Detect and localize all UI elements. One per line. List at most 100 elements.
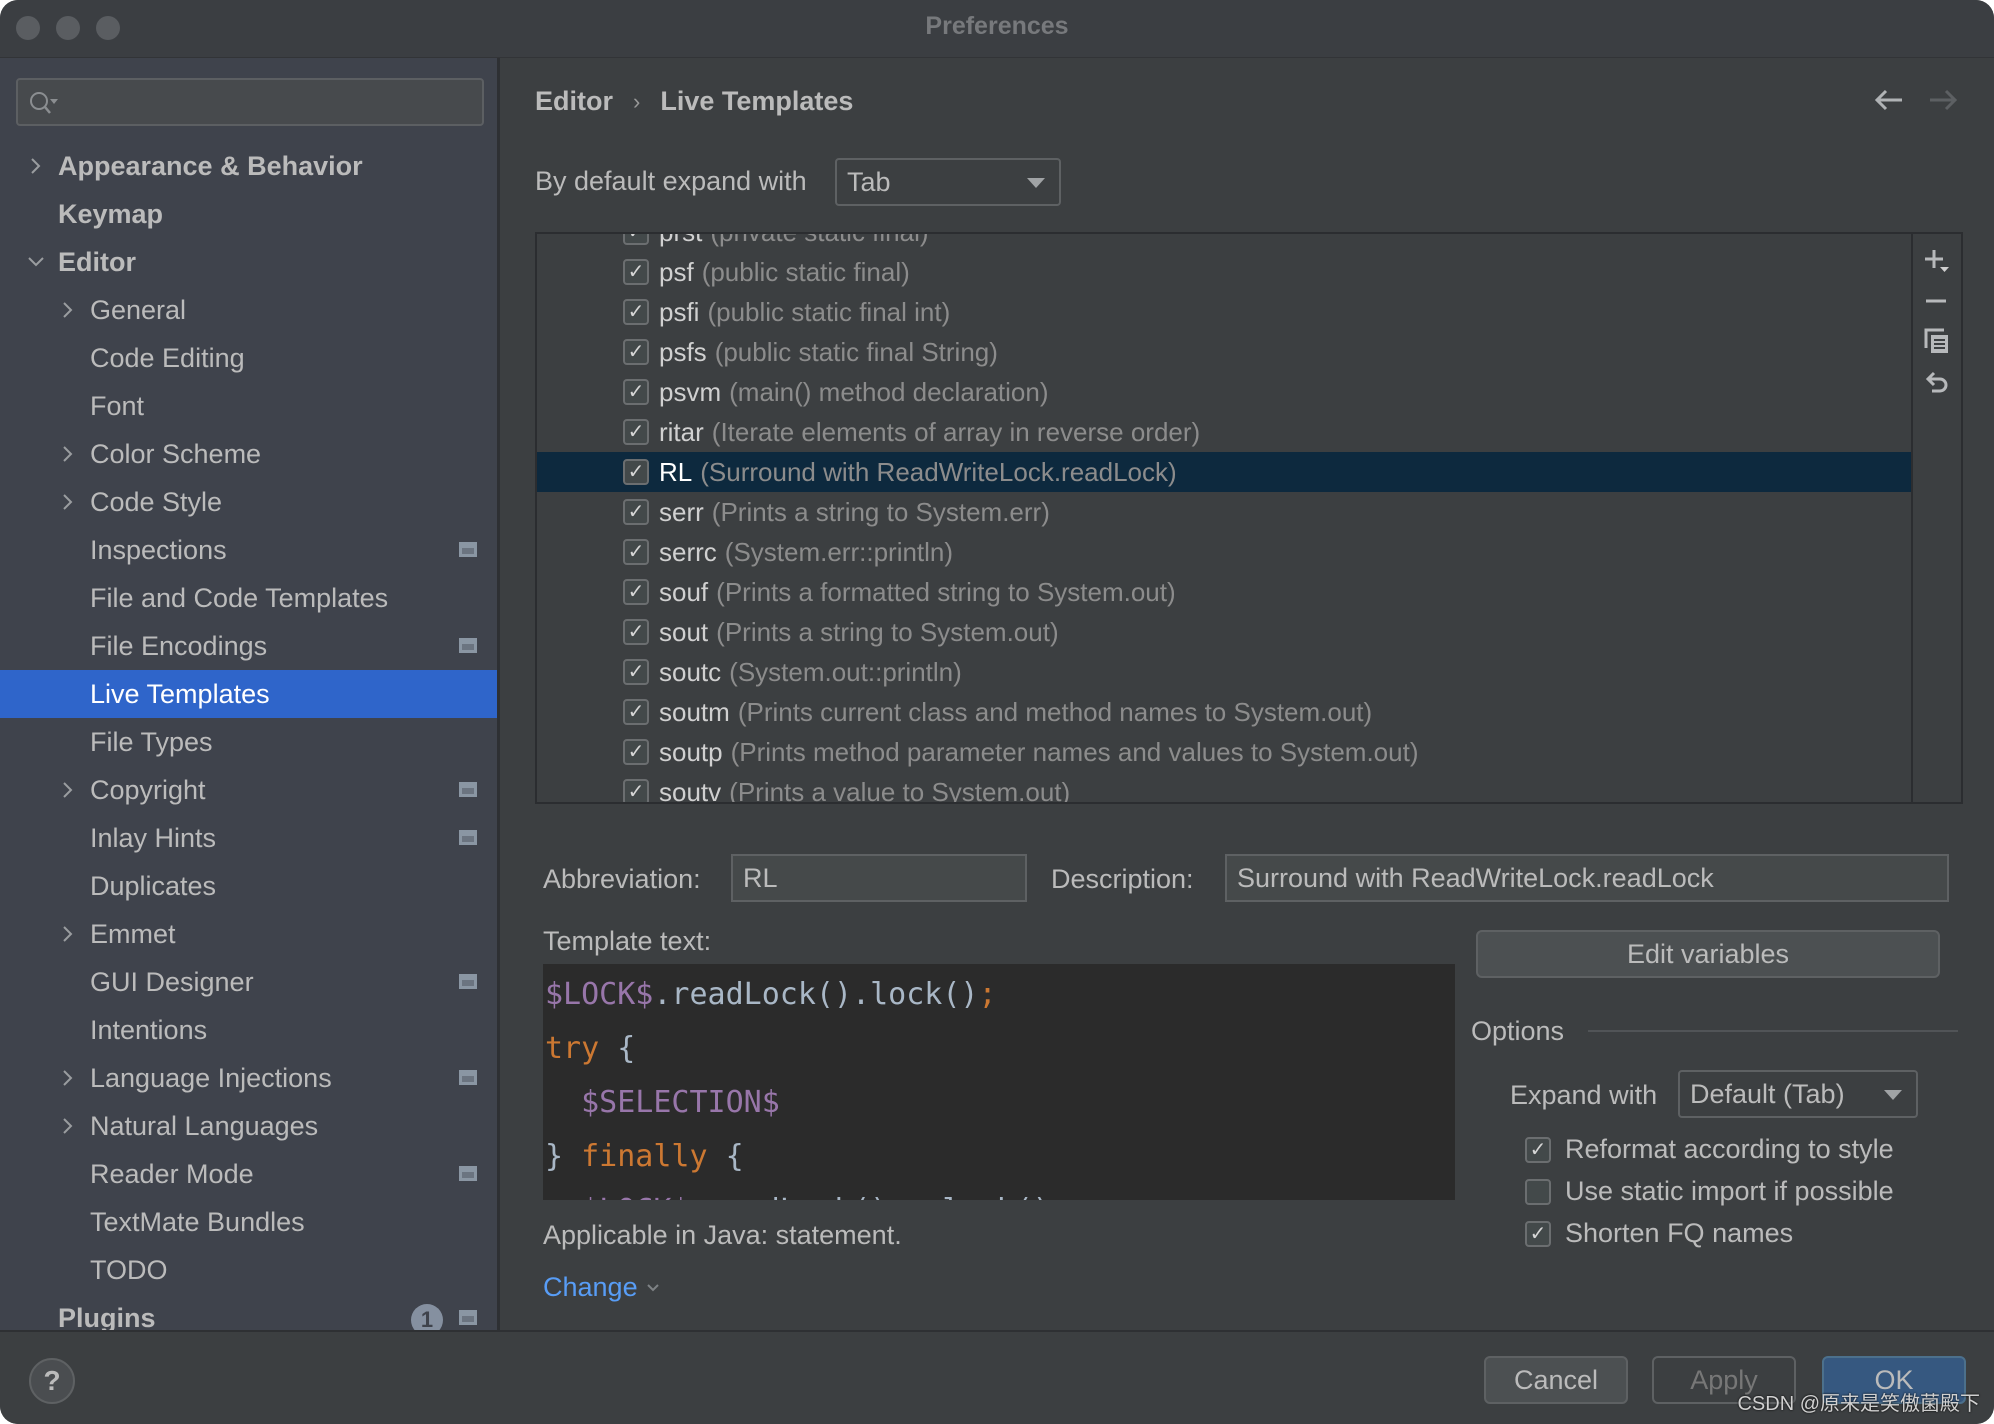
- template-row[interactable]: ✓ souf (Prints a formatted string to Syste…: [537, 572, 1913, 612]
- sidebar-item-keymap[interactable]: Keymap: [0, 190, 497, 238]
- template-enabled-checkbox[interactable]: ✓: [623, 659, 649, 685]
- sidebar-item-live-templates[interactable]: Live Templates: [0, 670, 497, 718]
- sidebar-item-general[interactable]: General: [0, 286, 497, 334]
- template-row[interactable]: ✓ soutm (Prints current class and method n…: [537, 692, 1913, 732]
- sidebar-item-label: Editor: [58, 246, 136, 277]
- template-row[interactable]: ✓ psvm (main() method declaration): [537, 372, 1913, 412]
- back-arrow-icon[interactable]: [1874, 88, 1904, 112]
- template-row[interactable]: ✓ soutp (Prints method parameter names and…: [537, 732, 1913, 772]
- template-row[interactable]: ✓ psf (public static final): [537, 252, 1913, 292]
- restore-icon[interactable]: [1924, 370, 1950, 396]
- sidebar-item-label: Appearance & Behavior: [58, 150, 363, 181]
- abbreviation-field[interactable]: RL: [731, 854, 1027, 902]
- sidebar-item-gui-designer[interactable]: GUI Designer: [0, 958, 497, 1006]
- option-checkbox[interactable]: [1525, 1178, 1551, 1205]
- sidebar-item-file-encodings[interactable]: File Encodings: [0, 622, 497, 670]
- template-row[interactable]: ✓ serr (Prints a string to System.err): [537, 492, 1913, 532]
- sidebar-item-font[interactable]: Font: [0, 382, 497, 430]
- template-enabled-checkbox[interactable]: ✓: [623, 499, 649, 525]
- option-reformat-according-to-style[interactable]: ✓ Reformat according to style: [1525, 1134, 1894, 1165]
- sidebar-item-file-types[interactable]: File Types: [0, 718, 497, 766]
- sidebar-item-file-and-code-templates[interactable]: File and Code Templates: [0, 574, 497, 622]
- template-row[interactable]: ✓ ritar (Iterate elements of array in reve…: [537, 412, 1913, 452]
- chevron-right-icon[interactable]: [58, 444, 78, 464]
- sidebar-item-inlay-hints[interactable]: Inlay Hints: [0, 814, 497, 862]
- project-level-icon: [459, 1310, 477, 1325]
- sidebar-item-duplicates[interactable]: Duplicates: [0, 862, 497, 910]
- template-description: (System.err::println): [724, 536, 954, 567]
- chevron-right-icon[interactable]: [58, 492, 78, 512]
- copy-icon[interactable]: [1924, 328, 1950, 354]
- sidebar-item-appearance-behavior[interactable]: Appearance & Behavior: [0, 142, 497, 190]
- option-checkbox[interactable]: ✓: [1525, 1220, 1551, 1247]
- template-row[interactable]: ✓ prst (private static final): [537, 234, 1913, 252]
- chevron-right-icon[interactable]: [58, 780, 78, 800]
- add-icon[interactable]: [1924, 248, 1950, 274]
- option-use-static-import-if-possible[interactable]: Use static import if possible: [1525, 1176, 1894, 1207]
- template-enabled-checkbox[interactable]: ✓: [623, 234, 649, 245]
- sidebar-item-code-editing[interactable]: Code Editing: [0, 334, 497, 382]
- template-enabled-checkbox[interactable]: ✓: [623, 739, 649, 765]
- sidebar-item-editor[interactable]: Editor: [0, 238, 497, 286]
- sidebar-item-emmet[interactable]: Emmet: [0, 910, 497, 958]
- help-button[interactable]: ?: [29, 1358, 75, 1404]
- sidebar-item-label: Natural Languages: [90, 1110, 319, 1141]
- template-enabled-checkbox[interactable]: ✓: [623, 299, 649, 325]
- project-level-icon: [459, 830, 477, 845]
- template-row[interactable]: ✓ psfi (public static final int): [537, 292, 1913, 332]
- sidebar-item-label: Font: [90, 390, 145, 421]
- template-row[interactable]: ✓ soutv (Prints a value to System.out): [537, 772, 1913, 802]
- template-enabled-checkbox[interactable]: ✓: [623, 579, 649, 605]
- expand-with-dropdown[interactable]: Default (Tab): [1678, 1070, 1918, 1118]
- sidebar-item-language-injections[interactable]: Language Injections: [0, 1054, 497, 1102]
- template-enabled-checkbox[interactable]: ✓: [623, 699, 649, 725]
- description-field[interactable]: Surround with ReadWriteLock.readLock: [1225, 854, 1949, 902]
- sidebar-item-textmate-bundles[interactable]: TextMate Bundles: [0, 1198, 497, 1246]
- template-enabled-checkbox[interactable]: ✓: [623, 419, 649, 445]
- template-row[interactable]: ✓ soutc (System.out::println): [537, 652, 1913, 692]
- expand-with-value: Default (Tab): [1690, 1079, 1845, 1109]
- option-checkbox[interactable]: ✓: [1525, 1136, 1551, 1163]
- template-row[interactable]: ✓ sout (Prints a string to System.out): [537, 612, 1913, 652]
- template-row[interactable]: ✓ psfs (public static final String): [537, 332, 1913, 372]
- sidebar-item-natural-languages[interactable]: Natural Languages: [0, 1102, 497, 1150]
- cancel-button[interactable]: Cancel: [1484, 1356, 1628, 1404]
- default-expand-label: By default expand with: [535, 166, 807, 196]
- template-enabled-checkbox[interactable]: ✓: [623, 459, 649, 485]
- sidebar-item-label: Plugins: [58, 1302, 156, 1333]
- sidebar-item-copyright[interactable]: Copyright: [0, 766, 497, 814]
- chevron-right-icon[interactable]: [58, 1116, 78, 1136]
- template-enabled-checkbox[interactable]: ✓: [623, 339, 649, 365]
- sidebar-item-color-scheme[interactable]: Color Scheme: [0, 430, 497, 478]
- sidebar-item-inspections[interactable]: Inspections: [0, 526, 497, 574]
- template-enabled-checkbox[interactable]: ✓: [623, 259, 649, 285]
- default-expand-dropdown[interactable]: Tab: [835, 158, 1061, 206]
- sidebar-item-intentions[interactable]: Intentions: [0, 1006, 497, 1054]
- template-enabled-checkbox[interactable]: ✓: [623, 619, 649, 645]
- template-row[interactable]: ✓ serrc (System.err::println): [537, 532, 1913, 572]
- chevron-right-icon[interactable]: [26, 156, 46, 176]
- sidebar-item-code-style[interactable]: Code Style: [0, 478, 497, 526]
- remove-icon[interactable]: [1924, 288, 1950, 314]
- edit-variables-button[interactable]: Edit variables: [1476, 930, 1940, 978]
- breadcrumb-editor[interactable]: Editor: [535, 86, 613, 117]
- forward-arrow-icon[interactable]: [1928, 88, 1958, 112]
- templates-list-rows[interactable]: ✓prst(private static final)✓psf(public s…: [537, 234, 1913, 802]
- template-enabled-checkbox[interactable]: ✓: [623, 379, 649, 405]
- template-enabled-checkbox[interactable]: ✓: [623, 779, 649, 802]
- sidebar-item-reader-mode[interactable]: Reader Mode: [0, 1150, 497, 1198]
- option-shorten-fq-names[interactable]: ✓ Shorten FQ names: [1525, 1218, 1793, 1249]
- window-title: Preferences: [925, 12, 1069, 40]
- template-description: (Prints method parameter names and value…: [730, 736, 1419, 767]
- template-text-editor[interactable]: $LOCK$.readLock().lock(); try { $SELECTIO…: [543, 964, 1455, 1200]
- template-enabled-checkbox[interactable]: ✓: [623, 539, 649, 565]
- chevron-right-icon[interactable]: [58, 924, 78, 944]
- template-description: (Prints current class and method names t…: [737, 696, 1373, 727]
- settings-search-input[interactable]: [16, 78, 484, 126]
- chevron-right-icon[interactable]: [58, 1068, 78, 1088]
- template-row[interactable]: ✓ RL (Surround with ReadWriteLock.readLock…: [537, 452, 1913, 492]
- change-context-link[interactable]: Change: [543, 1272, 660, 1303]
- chevron-right-icon[interactable]: [58, 300, 78, 320]
- sidebar-item-todo[interactable]: TODO: [0, 1246, 497, 1294]
- chevron-down-icon[interactable]: [26, 252, 46, 272]
